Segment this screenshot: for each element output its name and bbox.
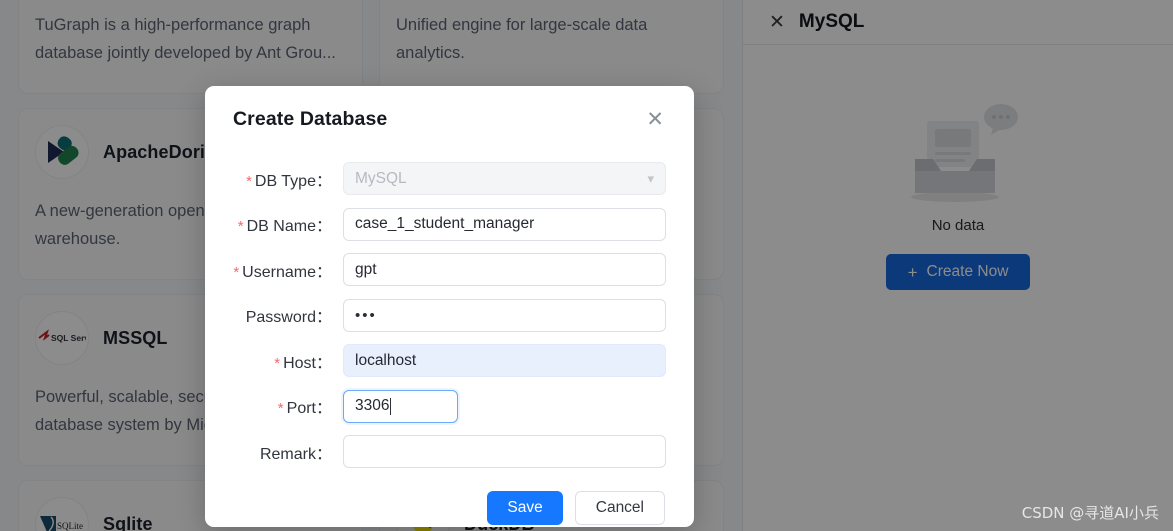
remark-input[interactable] [343, 435, 666, 468]
label-text: Password [246, 309, 316, 326]
form-row-host: *Host： localhost [233, 338, 666, 384]
required-marker: * [238, 218, 244, 235]
db-name-label: *DB Name： [233, 212, 343, 236]
create-database-dialog: Create Database ✕ *DB Type： MySQL ▾ *DB … [205, 86, 694, 527]
password-value: ••• [355, 307, 377, 324]
port-label: *Port： [233, 394, 343, 418]
password-label: Password： [233, 303, 343, 327]
port-value: 3306 [355, 397, 389, 415]
username-label: *Username： [233, 258, 343, 282]
required-marker: * [233, 264, 239, 281]
password-input[interactable]: ••• [343, 299, 666, 332]
form-row-password: Password： ••• [233, 293, 666, 339]
label-text: DB Type [255, 173, 316, 190]
label-text: Username [242, 264, 316, 281]
required-marker: * [278, 400, 284, 417]
dialog-footer: Save Cancel [233, 491, 666, 525]
create-database-form: *DB Type： MySQL ▾ *DB Name： case_1_stude… [233, 156, 666, 475]
db-type-value: MySQL [355, 170, 407, 188]
db-name-value: case_1_student_manager [355, 215, 534, 233]
screen-root: TuGraph TuGraph TuGraph is a high-perfor… [0, 0, 1173, 531]
host-label: *Host： [233, 349, 343, 373]
label-text: Host [283, 355, 316, 372]
dialog-header: Create Database ✕ [233, 108, 666, 146]
cancel-button[interactable]: Cancel [575, 491, 665, 525]
form-row-db-type: *DB Type： MySQL ▾ [233, 156, 666, 202]
db-name-input[interactable]: case_1_student_manager [343, 208, 666, 241]
host-value: localhost [355, 352, 416, 370]
port-input[interactable]: 3306 [343, 390, 458, 423]
save-button[interactable]: Save [487, 491, 562, 525]
form-row-db-name: *DB Name： case_1_student_manager [233, 202, 666, 248]
chevron-down-icon: ▾ [647, 172, 654, 185]
required-marker: * [246, 173, 252, 190]
required-marker: * [274, 355, 280, 372]
host-input[interactable]: localhost [343, 344, 666, 377]
text-caret [390, 398, 391, 415]
db-type-label: *DB Type： [233, 167, 343, 191]
close-icon[interactable]: ✕ [644, 109, 666, 130]
form-row-port: *Port： 3306 [233, 384, 666, 430]
remark-label: Remark： [233, 440, 343, 464]
label-text: Remark [260, 446, 316, 463]
label-text: Port [287, 400, 316, 417]
form-row-remark: Remark： [233, 429, 666, 475]
form-row-username: *Username： gpt [233, 247, 666, 293]
username-input[interactable]: gpt [343, 253, 666, 286]
username-value: gpt [355, 261, 377, 279]
dialog-title: Create Database [233, 108, 387, 131]
label-text: DB Name [247, 218, 316, 235]
db-type-select[interactable]: MySQL ▾ [343, 162, 666, 195]
